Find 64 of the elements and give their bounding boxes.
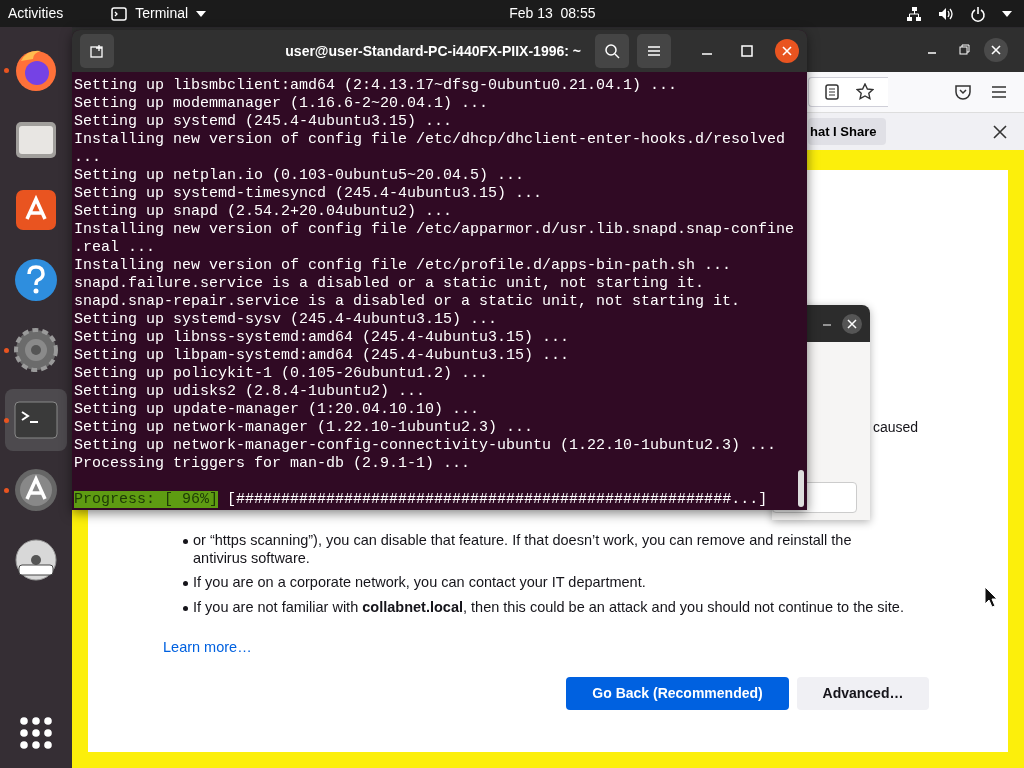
progress-label: Progress: [ 96%] (74, 491, 219, 508)
gear-icon[interactable] (13, 327, 59, 373)
terminal-line: Setting up libnss-systemd:amd64 (245.4-4ubuntu3.15) ... (74, 329, 571, 347)
app-grid-icon[interactable] (19, 716, 53, 750)
page-text: caused (873, 418, 919, 437)
search-icon (604, 43, 620, 59)
pocket-icon[interactable] (954, 83, 972, 101)
close-icon[interactable] (992, 123, 1008, 140)
menu-icon[interactable] (990, 83, 1008, 101)
app-menu[interactable]: Terminal (111, 3, 207, 24)
power-icon[interactable] (970, 5, 986, 22)
terminal-line: Setting up update-manager (1:20.04.10.10) ... (74, 401, 481, 419)
terminal-line: Setting up netplan.io (0.103-0ubuntu5~20.04.5) ... (74, 167, 526, 185)
new-tab-icon (90, 44, 104, 58)
terminal-line: Setting up snapd (2.54.2+20.04ubuntu2) ... (74, 203, 454, 221)
advanced-button[interactable]: Advanced… (797, 676, 929, 710)
clock[interactable]: Feb 13 08:55 (509, 3, 596, 24)
terminal-line: ... (74, 149, 102, 167)
go-back-button[interactable]: Go Back (Recommended) (566, 676, 789, 710)
window-title: user@user-Standard-PC-i440FX-PIIX-1996: ~ (285, 41, 581, 61)
caret-icon (196, 10, 207, 17)
terminal-line: Installing new version of config file /etc/apparmor.d/usr.lib.snapd.snap-confine (74, 221, 796, 239)
bullet-item: If you are not familiar with collabnet.local, then this could be an attack and you should not continue to the site. (163, 598, 908, 616)
close-icon[interactable] (842, 313, 862, 334)
terminal-line: Setting up libsmbclient:amd64 (2:4.13.17~dfsg-0ubuntu0.21.04.1) ... (74, 77, 679, 95)
caret-icon[interactable] (1002, 10, 1012, 17)
search-button[interactable] (595, 34, 629, 68)
activities-button[interactable]: Activities (8, 3, 64, 24)
url-field[interactable] (808, 77, 888, 107)
star-icon[interactable] (855, 83, 874, 101)
notification-button[interactable]: hat I Share (808, 117, 887, 146)
menu-icon (647, 45, 661, 57)
close-icon[interactable] (984, 38, 1008, 62)
terminal-line: snapd.failure.service is a disabled or a static unit, not starting it. (74, 275, 706, 293)
terminal-line: Setting up udisks2 (2.8.4-1ubuntu2) ... (74, 383, 427, 401)
terminal-line: .real ... (74, 239, 156, 257)
bullet-item: If you are on a corporate network, you can contact your IT department. (163, 574, 908, 592)
learn-more-link[interactable]: Learn more… (163, 637, 252, 659)
terminal-line: Setting up systemd (245.4-4ubuntu3.15) ... (74, 113, 454, 131)
terminal-line: Setting up policykit-1 (0.105-26ubuntu1.2) ... (74, 365, 490, 383)
scrollbar-thumb[interactable] (798, 470, 804, 507)
disc-icon[interactable] (13, 537, 59, 583)
updater-icon[interactable] (13, 467, 59, 513)
terminal-line: Processing triggers for man-db (2.9.1-1) ... (74, 455, 472, 473)
pointer-icon (984, 586, 998, 608)
progress-text: [#######################################################...] (227, 491, 768, 508)
terminal-line: Setting up systemd-sysv (245.4-4ubuntu3.15) ... (74, 311, 499, 329)
terminal-line: Installing new version of config file /etc/dhcp/dhclient-enter-hooks.d/resolved (74, 131, 787, 149)
terminal-line: snapd.snap-repair.service is a disabled or a static unit, not starting it. (74, 293, 742, 311)
bullet-item: or “https scanning”), you can disable that feature. If that doesn’t work, you can remove and reinstall the antivirus software. (163, 532, 908, 567)
network-icon[interactable] (906, 5, 922, 22)
terminal-line: Setting up network-manager (1.22.10-1ubuntu2.3) ... (74, 419, 535, 437)
terminal-line: Setting up libpam-systemd:amd64 (245.4-4ubuntu3.15) ... (74, 347, 571, 365)
help-icon[interactable] (13, 257, 59, 303)
close-icon[interactable] (775, 39, 799, 63)
reader-view-icon[interactable] (823, 84, 840, 100)
new-tab-button[interactable] (80, 34, 114, 68)
terminal-line: Installing new version of config file /etc/profile.d/apps-bin-path.sh ... (74, 257, 733, 275)
terminal-line: Setting up network-manager-config-connectivity-ubuntu (1.22.10-1ubuntu2.3) ... (74, 437, 778, 455)
terminal-line: Setting up systemd-timesyncd (245.4-4ubuntu3.15) ... (74, 185, 544, 203)
menu-button[interactable] (637, 34, 671, 68)
terminal-icon (111, 6, 128, 21)
store-bag-icon[interactable] (13, 187, 59, 233)
terminal-line: Setting up modemmanager (1.16.6-2~20.04.1) ... (74, 95, 490, 113)
